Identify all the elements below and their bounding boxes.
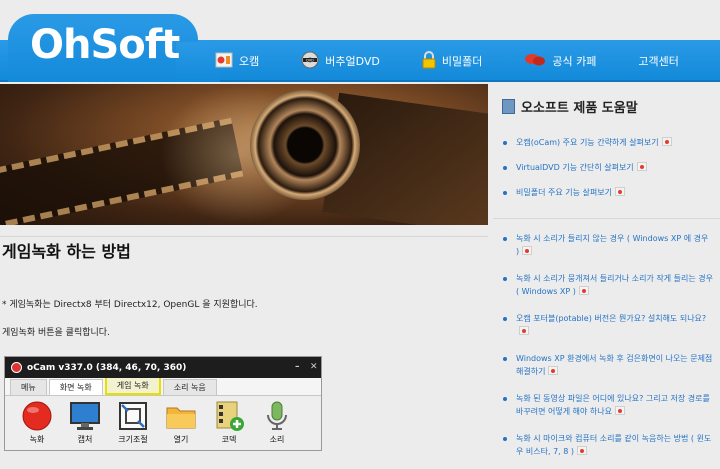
capture-button[interactable]: 캡처 bbox=[61, 400, 109, 445]
capture-label: 캡처 bbox=[77, 435, 93, 444]
nav-item-secret-folder[interactable]: 비밀폴더 bbox=[422, 40, 482, 82]
camera-lens-icon bbox=[250, 90, 360, 200]
ocam-tab-game-record[interactable]: 게임 녹화 bbox=[104, 376, 161, 395]
page-title: 게임녹화 하는 방법 bbox=[2, 242, 131, 261]
ocam-icon bbox=[614, 406, 625, 415]
nav-item-virtualdvd[interactable]: DVD 버추얼DVD bbox=[301, 40, 380, 82]
open-label: 열기 bbox=[173, 435, 189, 444]
ocam-icon bbox=[519, 326, 529, 335]
list-item[interactable]: VirtualDVD 기능 간단히 살펴보기 bbox=[501, 161, 713, 174]
ocam-titlebar: oCam v337.0 (384, 46, 70, 360) – ✕ bbox=[5, 357, 321, 378]
record-label: 녹화 bbox=[29, 435, 45, 444]
ocam-icon bbox=[215, 52, 233, 71]
paragraph-support: * 게임녹화는 Directx8 부터 Directx12, OpenGL 을 … bbox=[2, 300, 258, 310]
list-item[interactable]: 오캠(oCam) 주요 기능 간략하게 살펴보기 bbox=[501, 136, 713, 149]
ocam-tab-bar: 메뉴 화면 녹화 게임 녹화 소리 녹음 bbox=[5, 376, 321, 396]
divider bbox=[0, 236, 488, 237]
list-item[interactable]: 녹화 시 마이크와 컴퓨터 소리를 같이 녹음하는 방법 ( 윈도우 비스타, … bbox=[501, 432, 713, 458]
ocam-window-title: oCam v337.0 (384, 46, 70, 360) bbox=[27, 362, 187, 373]
ocam-tab-screen-record[interactable]: 화면 녹화 bbox=[48, 379, 103, 395]
ocam-icon bbox=[578, 286, 589, 295]
open-button[interactable]: 열기 bbox=[157, 400, 205, 445]
resize-button[interactable]: 크기조절 bbox=[109, 400, 157, 445]
ocam-icon bbox=[522, 246, 533, 255]
codec-icon bbox=[216, 401, 244, 431]
nav-item-customer-center[interactable]: 고객센터 bbox=[638, 40, 678, 82]
list-item[interactable]: 오캠 포터블(potable) 버전은 뭔가요? 설치해도 되나요? bbox=[501, 312, 713, 338]
banner-image bbox=[0, 84, 488, 225]
nav-label-official-cafe: 공식 카페 bbox=[552, 55, 597, 68]
minimize-icon[interactable]: – bbox=[295, 362, 300, 372]
sound-label: 소리 bbox=[269, 435, 285, 444]
sidebar-heading: 오소프트 제품 도움말 bbox=[502, 97, 638, 116]
product-help-list: 오캠(oCam) 주요 기능 간략하게 살펴보기 VirtualDVD 기능 간… bbox=[501, 136, 713, 199]
chat-bubbles-icon bbox=[524, 52, 546, 71]
microphone-icon bbox=[267, 401, 287, 430]
svg-text:DVD: DVD bbox=[306, 58, 314, 62]
paragraph-instruction: 게임녹화 버튼을 클릭합니다. bbox=[2, 328, 110, 338]
close-icon[interactable]: ✕ bbox=[310, 362, 318, 372]
lock-icon bbox=[422, 50, 436, 72]
nav-label-virtualdvd: 버추얼DVD bbox=[325, 55, 380, 68]
lock-icon bbox=[614, 187, 625, 196]
nav-item-ocam[interactable]: 오캠 bbox=[215, 40, 259, 82]
resize-label: 크기조절 bbox=[118, 435, 148, 444]
divider bbox=[493, 218, 720, 219]
ocam-tab-audio-record[interactable]: 소리 녹음 bbox=[162, 379, 217, 395]
ocam-icon bbox=[577, 446, 587, 455]
monitor-icon bbox=[70, 402, 100, 430]
codec-label: 코덱 bbox=[221, 435, 237, 444]
list-item[interactable]: Windows XP 환경에서 녹화 후 검은화면이 나오는 문제점 해결하기 bbox=[501, 352, 713, 378]
help-sidebar: 오소프트 제품 도움말 오캠(oCam) 주요 기능 간략하게 살펴보기 Vir… bbox=[493, 84, 720, 469]
ocam-toolbar: 녹화 캡처 크기조절 열기 코덱 소리 bbox=[5, 396, 321, 445]
faq-list: 녹화 시 소리가 들리지 않는 경우 ( Windows XP 에 경우 ) 녹… bbox=[501, 232, 713, 458]
list-item[interactable]: 녹화 된 동영상 파일은 어디에 있나요? 그리고 저장 경로를 바꾸려면 어떻… bbox=[501, 392, 713, 418]
ocam-icon bbox=[661, 137, 672, 146]
nav-label-secret-folder: 비밀폴더 bbox=[441, 55, 483, 68]
nav-label-customer-center: 고객센터 bbox=[638, 55, 679, 68]
list-item[interactable]: 비밀폴더 주요 기능 살펴보기 bbox=[501, 186, 713, 199]
record-icon bbox=[22, 401, 52, 431]
dvd-icon: DVD bbox=[301, 51, 319, 72]
record-button[interactable]: 녹화 bbox=[13, 400, 61, 445]
ocam-window-screenshot: oCam v337.0 (384, 46, 70, 360) – ✕ 메뉴 화면… bbox=[4, 356, 322, 451]
nav-label-ocam: 오캠 bbox=[239, 55, 260, 68]
codec-button[interactable]: 코덱 bbox=[205, 400, 253, 445]
site-logo[interactable]: OhSoft bbox=[30, 22, 180, 68]
main-nav: 오캠 DVD 버추얼DVD 비밀폴더 공식 카페 고객센터 bbox=[205, 40, 720, 82]
list-item[interactable]: 녹화 시 소리가 들리지 않는 경우 ( Windows XP 에 경우 ) bbox=[501, 232, 713, 258]
resize-icon bbox=[119, 402, 147, 430]
ocam-icon bbox=[548, 366, 559, 375]
sound-button[interactable]: 소리 bbox=[253, 400, 301, 445]
sidebar-heading-text: 오소프트 제품 도움말 bbox=[521, 101, 638, 116]
dvd-icon bbox=[636, 162, 647, 171]
site-header: OhSoft 오캠 DVD 버추얼DVD 비밀폴더 공식 카페 고객센터 bbox=[0, 0, 720, 82]
ocam-app-icon bbox=[11, 362, 22, 373]
ocam-tab-menu[interactable]: 메뉴 bbox=[10, 379, 47, 395]
folder-icon bbox=[166, 407, 196, 429]
book-icon bbox=[502, 99, 515, 114]
nav-item-official-cafe[interactable]: 공식 카페 bbox=[524, 40, 596, 82]
main-content: 게임녹화 하는 방법 * 게임녹화는 Directx8 부터 Directx12… bbox=[0, 84, 488, 469]
list-item[interactable]: 녹화 시 소리가 뭉개져서 들리거나 소리가 작게 들리는 경우 ( Windo… bbox=[501, 272, 713, 298]
